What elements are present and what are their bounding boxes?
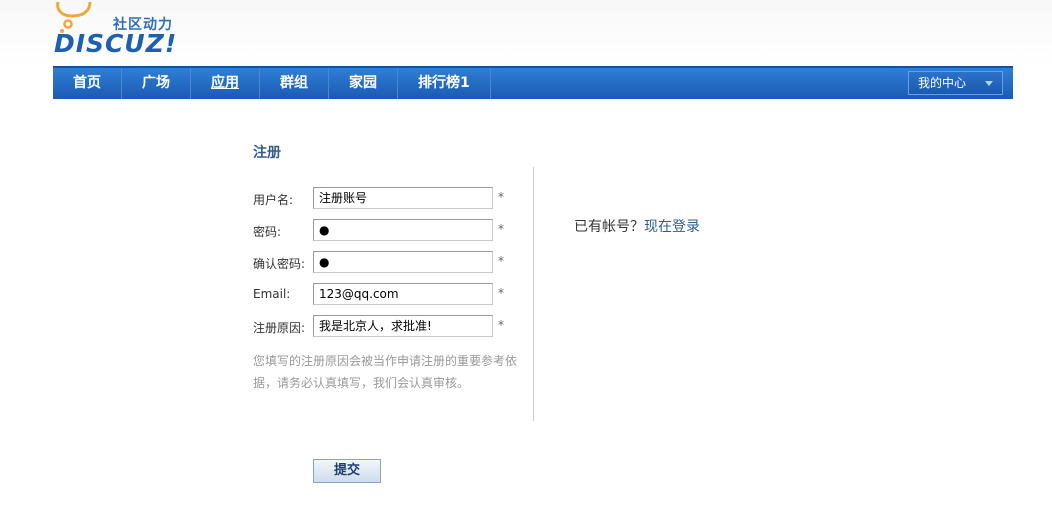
required-marker: * xyxy=(498,254,504,268)
confirm-password-input[interactable]: ● xyxy=(313,251,493,273)
nav-item-label: 排行榜1 xyxy=(418,75,470,91)
nav-item-ranking[interactable]: 排行榜1 xyxy=(398,68,491,99)
nav-item-label: 广场 xyxy=(142,75,170,91)
chevron-down-icon xyxy=(985,81,993,86)
vertical-divider xyxy=(533,167,534,421)
nav-item-label: 家园 xyxy=(349,75,377,91)
email-label: Email: xyxy=(253,287,291,301)
submit-button[interactable]: 提交 xyxy=(313,459,381,483)
nav-item-apps[interactable]: 应用 xyxy=(191,68,260,99)
main-nav: 首页 广场 应用 群组 家园 排行榜1 我的中心 xyxy=(53,66,1013,99)
nav-item-label: 首页 xyxy=(73,75,101,91)
login-link[interactable]: 现在登录 xyxy=(644,219,700,235)
login-prompt-text: 已有帐号？ xyxy=(574,219,644,235)
reason-hint: 您填写的注册原因会被当作申请注册的重要参考依据，请务必认真填写，我们会认真审核。 xyxy=(253,354,518,390)
required-marker: * xyxy=(498,286,504,300)
username-label: 用户名: xyxy=(253,193,294,207)
my-center-label: 我的中心 xyxy=(918,76,967,90)
confirm-password-row: 确认密码: ● * xyxy=(253,251,513,273)
username-row: 用户名: 注册账号 * xyxy=(253,187,513,209)
nav-item-label: 应用 xyxy=(211,75,239,91)
nav-item-home[interactable]: 首页 xyxy=(53,68,122,99)
required-marker: * xyxy=(498,222,504,236)
password-input[interactable]: ● xyxy=(313,219,493,241)
password-label: 密码: xyxy=(253,225,282,239)
logo-english-text: DISCUZ! xyxy=(54,29,178,58)
email-row: Email: 123@qq.com * xyxy=(253,283,513,305)
email-field[interactable]: 123@qq.com xyxy=(313,283,493,305)
required-marker: * xyxy=(498,190,504,204)
password-row: 密码: ● * xyxy=(253,219,513,241)
login-prompt: 已有帐号？现在登录 xyxy=(574,216,700,236)
username-input[interactable]: 注册账号 xyxy=(313,187,493,209)
nav-item-plaza[interactable]: 广场 xyxy=(122,68,191,99)
reason-input[interactable]: 我是北京人，求批准! xyxy=(313,315,493,337)
nav-item-groups[interactable]: 群组 xyxy=(260,68,329,99)
discuz-logo[interactable]: 社区动力 DISCUZ! xyxy=(52,0,212,62)
reason-label: 注册原因: xyxy=(253,321,306,335)
reason-row: 注册原因: 我是北京人，求批准! * xyxy=(253,315,513,337)
nav-item-label: 群组 xyxy=(280,75,308,91)
required-marker: * xyxy=(498,318,504,332)
confirm-password-label: 确认密码: xyxy=(253,257,306,271)
page: 社区动力 DISCUZ! 首页 广场 应用 群组 家园 排行榜1 我的中心 注册… xyxy=(0,0,1052,514)
my-center-dropdown[interactable]: 我的中心 xyxy=(908,71,1003,95)
page-title: 注册 xyxy=(253,145,281,161)
nav-item-home-space[interactable]: 家园 xyxy=(329,68,398,99)
